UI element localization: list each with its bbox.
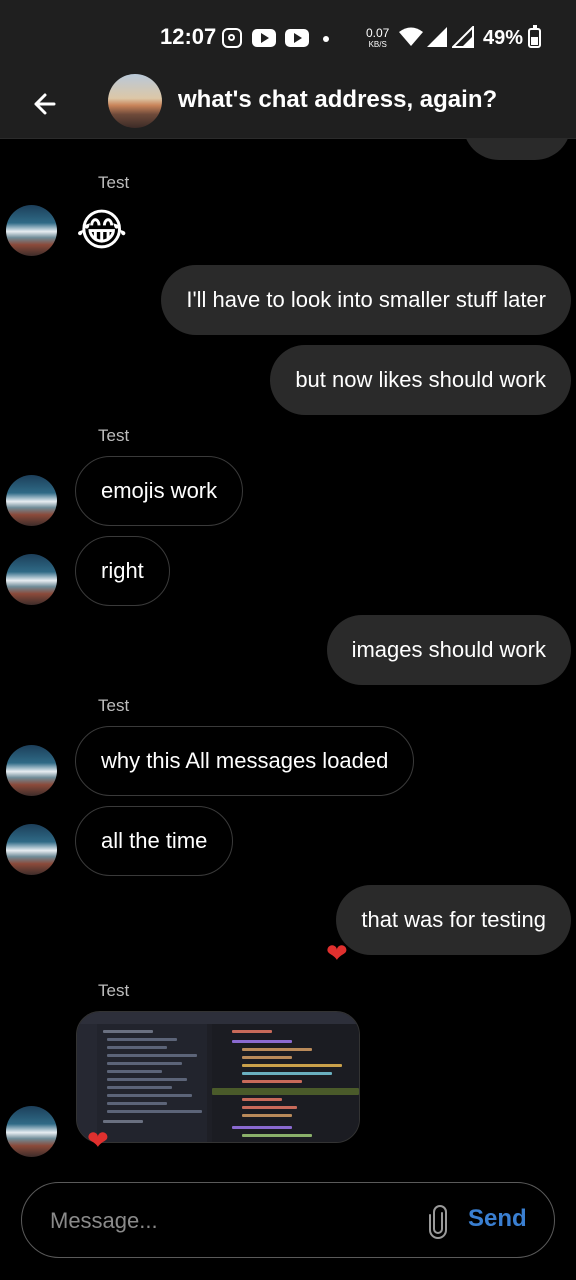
paperclip-icon[interactable] xyxy=(426,1205,450,1239)
message-bubble-incoming[interactable]: right xyxy=(75,536,170,606)
network-speed-value: 0.07 xyxy=(366,26,390,40)
message-bubble-incoming[interactable]: why this All messages loaded xyxy=(75,726,415,796)
avatar[interactable] xyxy=(6,1106,57,1157)
youtube-icon xyxy=(252,29,276,47)
message-bubble-outgoing[interactable]: that was for testing xyxy=(336,885,571,955)
heart-reaction-icon[interactable]: ❤ xyxy=(326,938,348,969)
screenshot-code-editor xyxy=(212,1024,359,1142)
message-composer: Send xyxy=(21,1182,555,1258)
network-speed: 0.07 KB/S xyxy=(366,26,390,50)
sender-name: Test xyxy=(98,173,130,192)
battery-percent: 49% xyxy=(483,27,524,49)
message-bubble-incoming[interactable]: all the time xyxy=(75,806,234,876)
chat-avatar[interactable] xyxy=(108,74,162,128)
avatar[interactable] xyxy=(6,554,57,605)
status-time: 12:07 xyxy=(160,24,217,49)
status-bar: 12:07 0.07 KB/S 49% xyxy=(0,0,576,72)
chat-title: what's chat address, again? xyxy=(178,86,498,113)
sender-name: Test xyxy=(98,426,130,445)
screenshot-variables-panel xyxy=(97,1024,207,1142)
message-bubble-outgoing[interactable]: but now likes should work xyxy=(270,345,571,415)
arrow-left-icon[interactable] xyxy=(26,84,66,124)
screenshot-toolbar xyxy=(77,1012,359,1024)
avatar[interactable] xyxy=(6,475,57,526)
avatar[interactable] xyxy=(6,745,57,796)
send-button[interactable]: Send xyxy=(468,1205,527,1233)
message-list[interactable]: Test 😂 I'll have to look into smaller st… xyxy=(0,138,576,1180)
youtube-icon xyxy=(285,29,309,47)
message-input[interactable] xyxy=(48,1201,412,1241)
avatar[interactable] xyxy=(6,824,57,875)
instagram-icon xyxy=(222,28,242,48)
emoji-message: 😂 xyxy=(76,206,128,255)
battery-icon xyxy=(528,25,541,48)
network-speed-unit: KB/S xyxy=(368,40,387,49)
heart-reaction-icon[interactable]: ❤ xyxy=(87,1125,109,1156)
sender-name: Test xyxy=(98,981,130,1000)
message-bubble-incoming[interactable]: emojis work xyxy=(75,456,244,526)
signal-icon xyxy=(427,27,447,47)
signal-icon xyxy=(452,26,474,48)
wifi-icon xyxy=(399,27,423,46)
avatar[interactable] xyxy=(6,205,57,256)
chat-header: what's chat address, again? xyxy=(0,72,576,139)
message-bubble-outgoing[interactable]: I'll have to look into smaller stuff lat… xyxy=(161,265,571,335)
dot-icon xyxy=(323,36,329,42)
sender-name: Test xyxy=(98,696,130,715)
message-bubble-outgoing[interactable]: images should work xyxy=(326,615,571,685)
image-message[interactable] xyxy=(76,1011,360,1143)
message-bubble-outgoing xyxy=(463,138,571,160)
